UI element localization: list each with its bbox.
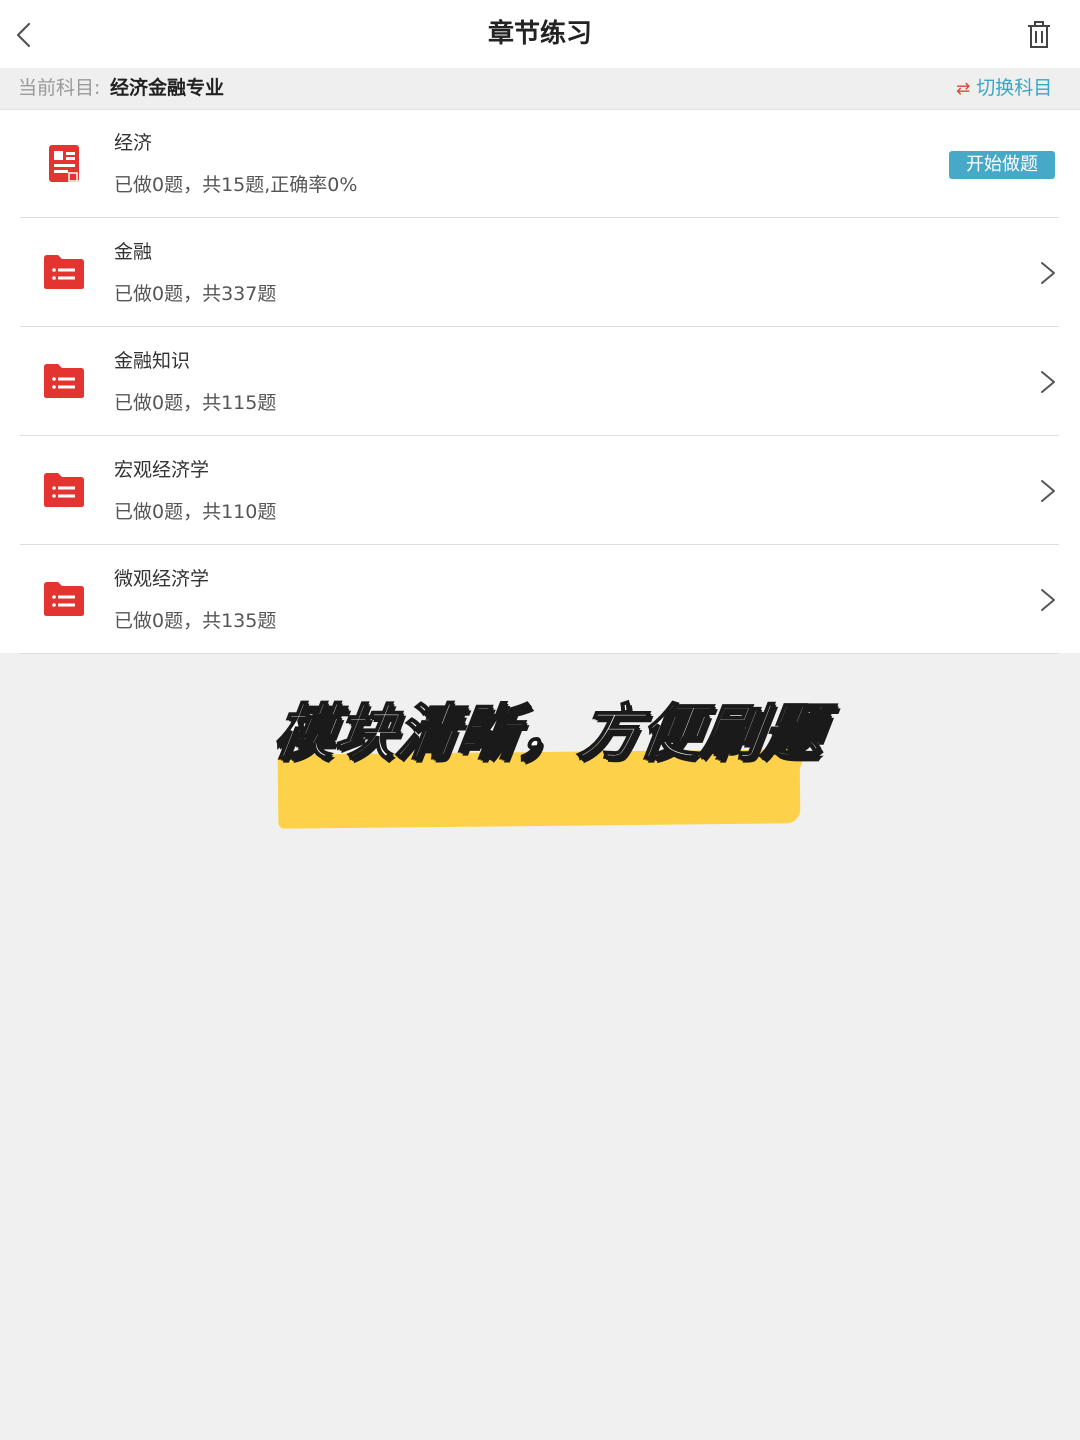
chapter-title: 金融 — [114, 241, 153, 263]
switch-subject-button[interactable]: ⇄ 切换科目 — [956, 68, 1052, 109]
chapter-title: 宏观经济学 — [114, 459, 210, 481]
divider — [20, 653, 1059, 654]
banner-caption: 模块清晰，方便刷题 — [269, 697, 830, 769]
folder-list-icon — [44, 255, 84, 289]
swap-arrows-icon: ⇄ — [956, 79, 971, 99]
chapter-list: 经济 已做0题，共15题,正确率0% 开始做题 金融 已做0题，共337题 金融… — [0, 110, 1080, 654]
folder-list-icon — [44, 582, 84, 616]
subject-label: 当前科目: — [18, 77, 101, 99]
promo-banner: 模块清晰，方便刷题 — [269, 680, 830, 830]
divider — [20, 326, 1059, 327]
chapter-item-hongguan[interactable]: 宏观经济学 已做0题，共110题 — [0, 437, 1080, 545]
switch-subject-label: 切换科目 — [976, 77, 1053, 99]
chevron-right-icon — [1041, 262, 1055, 284]
trash-icon[interactable] — [1024, 20, 1054, 50]
top-bar: 章节练习 — [0, 0, 1080, 68]
page-title: 章节练习 — [487, 19, 592, 49]
chevron-right-icon — [1041, 371, 1055, 393]
chapter-stats: 已做0题，共15题,正确率0% — [114, 174, 358, 196]
chapter-title: 经济 — [114, 132, 153, 154]
chapter-item-jingji[interactable]: 经济 已做0题，共15题,正确率0% 开始做题 — [0, 110, 1080, 218]
folder-list-icon — [44, 473, 84, 507]
chapter-title: 金融知识 — [114, 350, 191, 372]
divider — [20, 217, 1059, 218]
chapter-item-weiguan[interactable]: 微观经济学 已做0题，共135题 — [0, 546, 1080, 654]
chapter-stats: 已做0题，共135题 — [114, 610, 277, 632]
start-practice-button[interactable]: 开始做题 — [949, 151, 1055, 179]
chapter-stats: 已做0题，共110题 — [114, 501, 277, 523]
chevron-right-icon — [1041, 589, 1055, 611]
subject-value: 经济金融专业 — [110, 77, 225, 99]
chapter-title: 微观经济学 — [114, 568, 210, 590]
chapter-stats: 已做0题，共115题 — [114, 392, 277, 414]
divider — [20, 544, 1059, 545]
chapter-item-jinrong-zhishi[interactable]: 金融知识 已做0题，共115题 — [0, 328, 1080, 436]
divider — [20, 435, 1059, 436]
chapter-stats: 已做0题，共337题 — [114, 283, 277, 305]
subject-bar: 当前科目: 经济金融专业 ⇄ 切换科目 — [0, 68, 1080, 110]
chevron-right-icon — [1041, 480, 1055, 502]
folder-list-icon — [44, 364, 84, 398]
chapter-item-jinrong[interactable]: 金融 已做0题，共337题 — [0, 219, 1080, 327]
exam-sheet-icon — [49, 145, 79, 182]
